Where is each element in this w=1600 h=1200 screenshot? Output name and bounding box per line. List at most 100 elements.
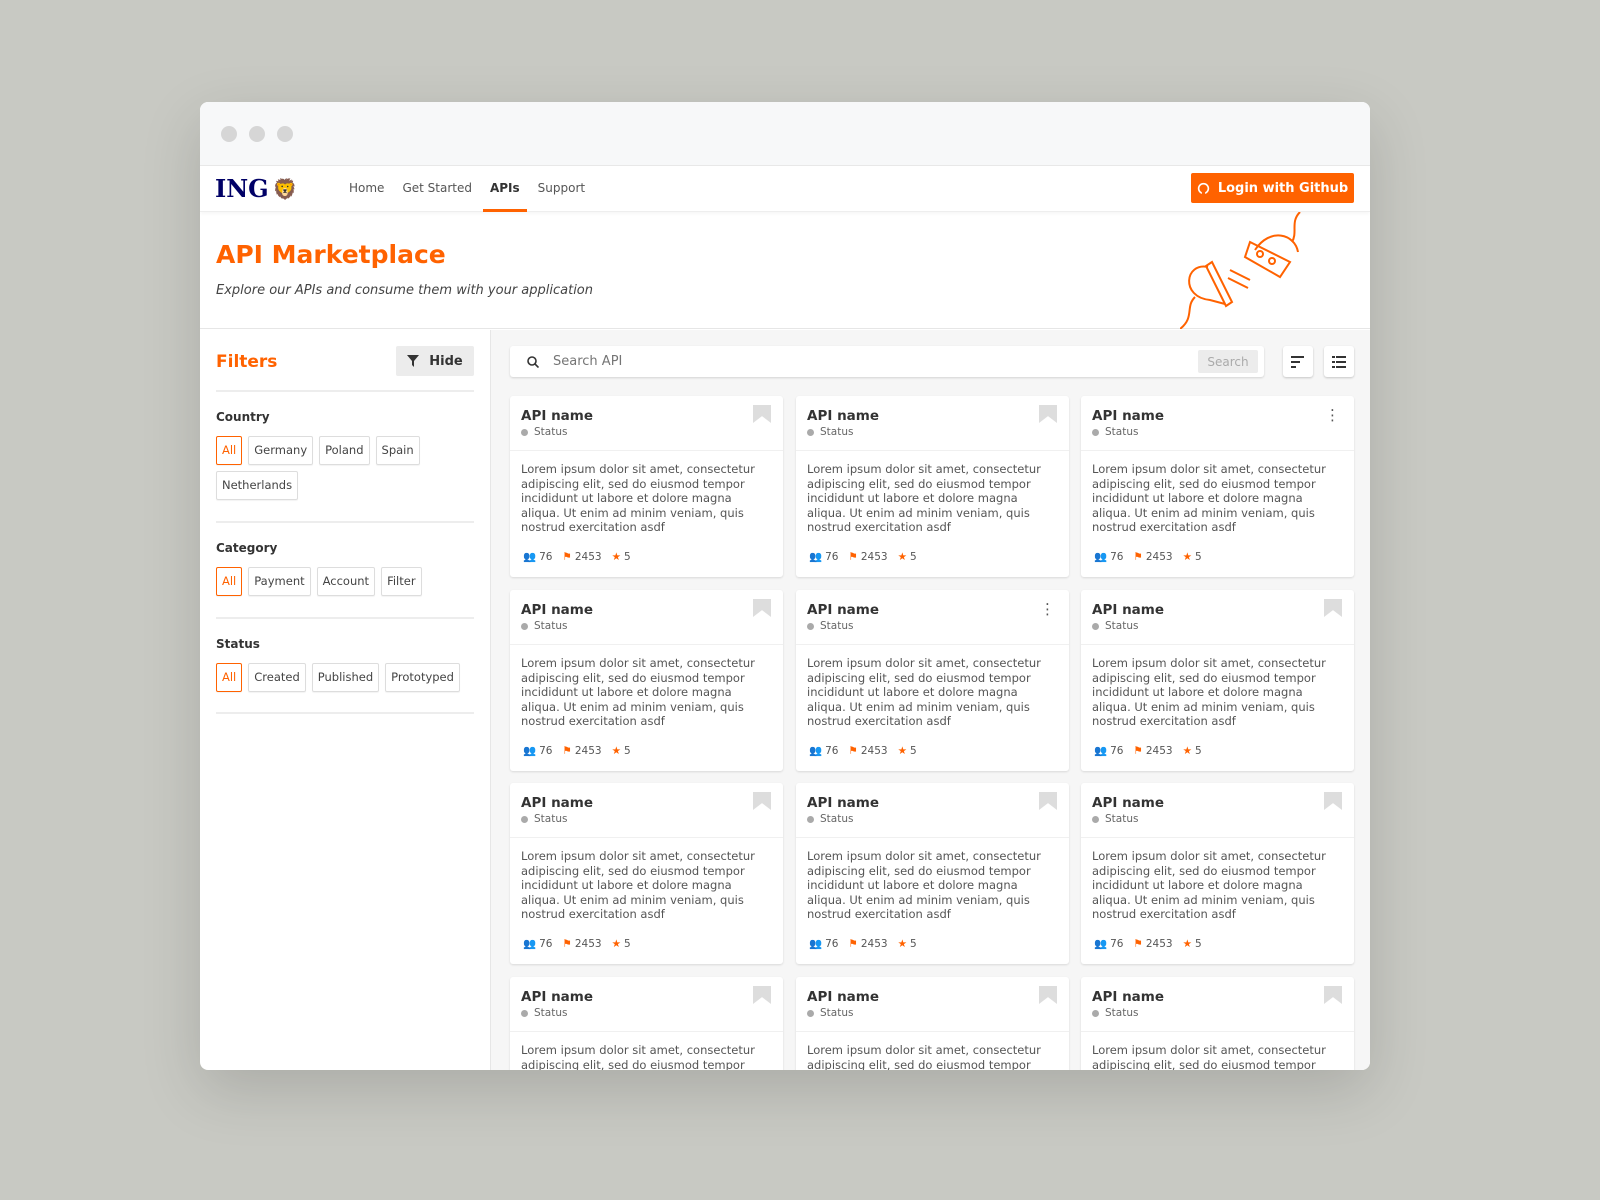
more-menu-icon[interactable]: ⋮ <box>1325 408 1340 423</box>
api-card[interactable]: API name Status ⋮ Lorem ipsum dolor sit … <box>796 590 1069 771</box>
api-name: API name <box>521 795 594 811</box>
filter-chip-netherlands[interactable]: Netherlands <box>216 471 299 500</box>
api-description: Lorem ipsum dolor sit amet, consectetur … <box>521 656 755 729</box>
ing-logo[interactable]: ING 🦁 <box>215 174 298 203</box>
star-icon: ★ <box>611 937 622 950</box>
api-name: API name <box>807 408 880 424</box>
filter-chip-germany[interactable]: Germany <box>248 436 314 465</box>
status-dot-icon <box>807 622 814 630</box>
filters-sidebar: Filters Hide Country All Germany Poland Spai… <box>200 330 491 1070</box>
more-menu-icon[interactable]: ⋮ <box>1040 602 1055 617</box>
sort-button[interactable] <box>1283 346 1313 377</box>
filter-chip-account[interactable]: Account <box>316 567 376 596</box>
api-description: Lorem ipsum dolor sit amet, consectetur … <box>1092 849 1326 922</box>
api-stats: 👥 76 ⚑ 2453 ★ 5 <box>1094 744 1202 758</box>
users-icon: 👥 <box>1094 551 1108 563</box>
filter-chip-all[interactable]: All <box>216 436 243 465</box>
window-close-dot[interactable] <box>221 126 237 142</box>
star-icon: ★ <box>611 550 622 563</box>
api-card[interactable]: API name Status Lorem ipsum dolor sit am… <box>796 396 1069 577</box>
filter-chip-poland[interactable]: Poland <box>319 436 370 465</box>
filter-chip-created[interactable]: Created <box>248 663 306 692</box>
filter-chip-filter[interactable]: Filter <box>381 567 422 596</box>
api-card[interactable]: API name Status Lorem ipsum dolor sit am… <box>1081 783 1354 964</box>
filter-chip-payment[interactable]: Payment <box>248 567 311 596</box>
users-icon: 👥 <box>523 551 537 563</box>
top-nav: ING 🦁 Home Get Started APIs Support Login… <box>200 166 1370 212</box>
users-count: 76 <box>1110 744 1124 757</box>
filter-chip-prototyped[interactable]: Prototyped <box>385 663 460 692</box>
star-count: 5 <box>624 744 631 757</box>
api-status: Status <box>807 1007 1058 1019</box>
status-label: Status <box>1105 813 1139 825</box>
filter-chip-all[interactable]: All <box>216 663 243 692</box>
api-card[interactable]: API name Status Lorem ipsum dolor sit am… <box>796 977 1069 1070</box>
users-count: 76 <box>825 550 839 563</box>
list-view-button[interactable] <box>1324 346 1354 377</box>
users-count: 76 <box>825 937 839 950</box>
api-card[interactable]: API name Status Lorem ipsum dolor sit am… <box>1081 977 1354 1070</box>
bookmark-count-icon: ⚑ <box>1133 744 1143 757</box>
card-header: API name Status <box>510 396 783 451</box>
status-label: Status <box>534 1007 568 1019</box>
api-status: Status <box>1092 426 1343 438</box>
nav-apis[interactable]: APIs <box>481 166 529 212</box>
api-status: Status <box>521 426 772 438</box>
users-icon: 👥 <box>809 745 823 757</box>
bookmark-count: 2453 <box>860 744 888 757</box>
filter-section-country: Country All Germany Poland Spain Netherlands <box>216 390 474 500</box>
star-count: 5 <box>910 550 917 563</box>
login-github-button[interactable]: Login with Github <box>1191 173 1354 203</box>
bookmark-count-icon: ⚑ <box>562 550 572 563</box>
card-header: API name Status ⋮ <box>1081 396 1354 451</box>
star-icon: ★ <box>897 550 908 563</box>
api-stats: 👥 76 ⚑ 2453 ★ 5 <box>809 744 917 758</box>
api-description: Lorem ipsum dolor sit amet, consectetur … <box>521 1043 755 1070</box>
hide-label: Hide <box>429 353 463 369</box>
nav-get-started[interactable]: Get Started <box>393 166 481 212</box>
search-input[interactable] <box>553 354 1198 369</box>
window-minimize-dot[interactable] <box>249 126 265 142</box>
filter-section-title: Country <box>216 410 270 424</box>
status-dot-icon <box>1092 428 1099 436</box>
page-subtitle: Explore our APIs and consume them with y… <box>216 283 593 298</box>
hero: API Marketplace Explore our APIs and con… <box>200 212 1370 329</box>
api-description: Lorem ipsum dolor sit amet, consectetur … <box>807 656 1041 729</box>
users-icon: 👥 <box>523 938 537 950</box>
api-stats: 👥 76 ⚑ 2453 ★ 5 <box>1094 550 1202 564</box>
api-card[interactable]: API name Status Lorem ipsum dolor sit am… <box>510 396 783 577</box>
filter-section-status: Status All Created Published Prototyped <box>216 617 474 692</box>
users-count: 76 <box>825 744 839 757</box>
search-button[interactable]: Search <box>1198 350 1258 373</box>
bookmark-count-icon: ⚑ <box>848 550 858 563</box>
nav-support[interactable]: Support <box>529 166 594 212</box>
star-icon: ★ <box>1182 937 1193 950</box>
api-name: API name <box>1092 795 1165 811</box>
api-card[interactable]: API name Status ⋮ Lorem ipsum dolor sit … <box>1081 396 1354 577</box>
window-maximize-dot[interactable] <box>277 126 293 142</box>
filter-section-title: Status <box>216 637 260 651</box>
star-icon: ★ <box>897 937 908 950</box>
api-card[interactable]: API name Status Lorem ipsum dolor sit am… <box>510 590 783 771</box>
api-stats: 👥 76 ⚑ 2453 ★ 5 <box>809 550 917 564</box>
users-icon: 👥 <box>809 938 823 950</box>
api-card[interactable]: API name Status Lorem ipsum dolor sit am… <box>510 977 783 1070</box>
plug-illustration <box>1180 212 1301 329</box>
users-count: 76 <box>1110 550 1124 563</box>
filter-chip-all[interactable]: All <box>216 567 243 596</box>
status-dot-icon <box>1092 1009 1099 1017</box>
filter-chip-spain[interactable]: Spain <box>375 436 420 465</box>
bookmark-count: 2453 <box>1145 550 1173 563</box>
api-stats: 👥 76 ⚑ 2453 ★ 5 <box>523 744 631 758</box>
status-dot-icon <box>521 428 528 436</box>
card-header: API name Status <box>1081 590 1354 645</box>
api-card[interactable]: API name Status Lorem ipsum dolor sit am… <box>796 783 1069 964</box>
nav-home[interactable]: Home <box>340 166 393 212</box>
api-status: Status <box>521 620 772 632</box>
filter-chip-published[interactable]: Published <box>311 663 380 692</box>
api-card[interactable]: API name Status Lorem ipsum dolor sit am… <box>510 783 783 964</box>
api-card[interactable]: API name Status Lorem ipsum dolor sit am… <box>1081 590 1354 771</box>
lion-icon: 🦁 <box>272 176 298 201</box>
status-dot-icon <box>521 1009 528 1017</box>
hide-filters-button[interactable]: Hide <box>396 346 474 376</box>
